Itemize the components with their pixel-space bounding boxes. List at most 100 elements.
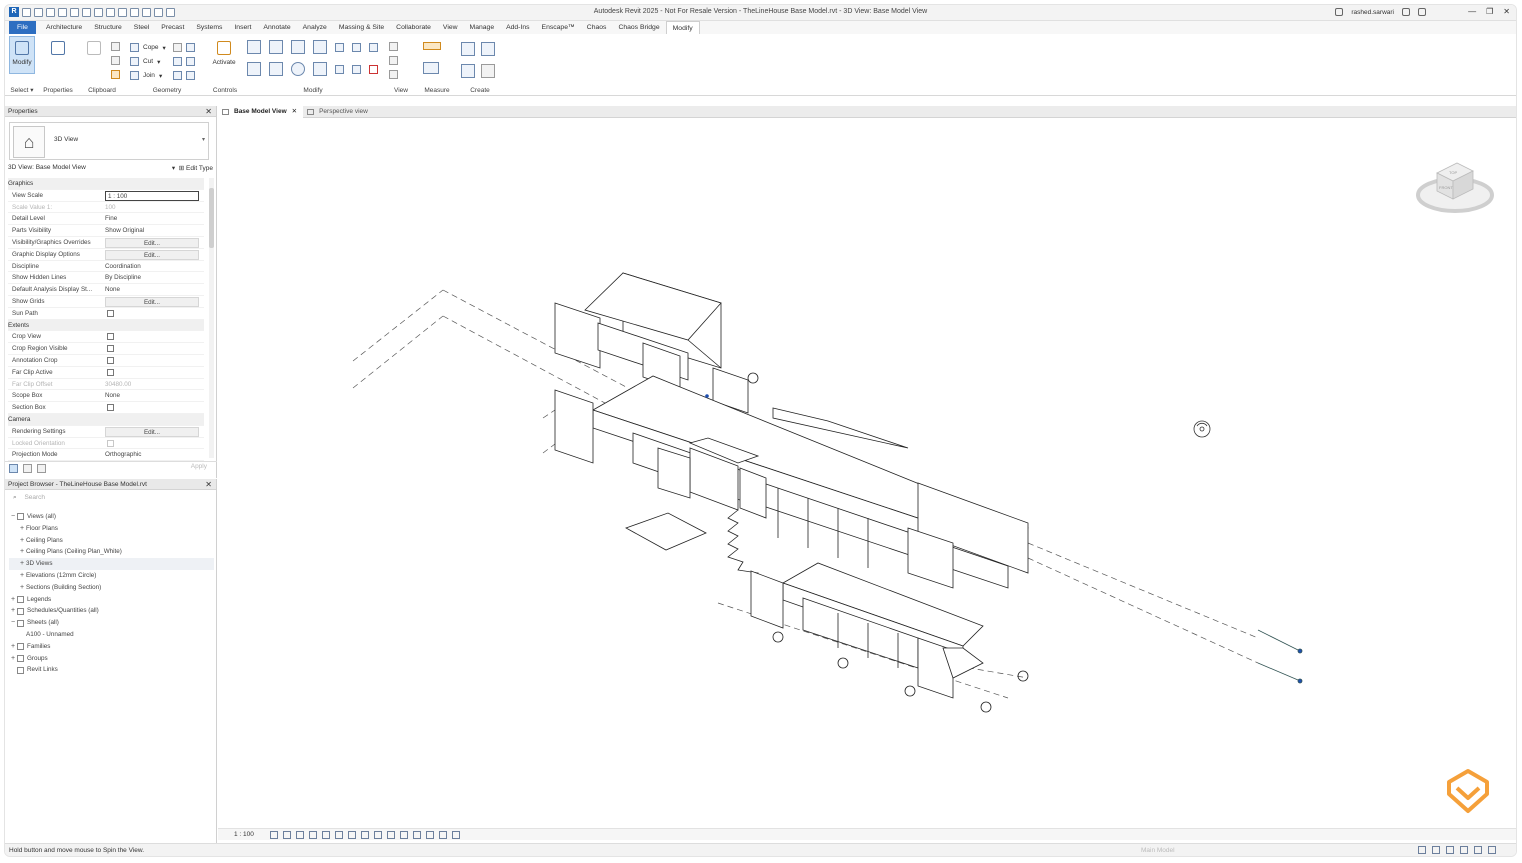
tree-item[interactable]: − Views (all)	[9, 511, 214, 523]
modify-button[interactable]: Modify	[9, 36, 35, 74]
property-value[interactable]: None	[105, 284, 204, 295]
edit-button[interactable]: Edit...	[105, 296, 199, 307]
sort-categorized-icon[interactable]	[9, 464, 18, 473]
tab-modify[interactable]: Modify	[665, 21, 700, 34]
constraints-icon[interactable]	[439, 831, 447, 839]
restore-button[interactable]: ❐	[1486, 7, 1493, 16]
apply-button[interactable]: Apply	[191, 463, 207, 470]
offset-icon[interactable]	[269, 40, 283, 54]
create-assembly-icon[interactable]	[461, 42, 475, 56]
close-icon[interactable]: ✕	[292, 108, 297, 115]
paste-button[interactable]	[81, 36, 107, 74]
select-pinned-icon[interactable]	[1446, 846, 1454, 854]
paint-icon[interactable]	[186, 43, 195, 52]
detail-level-icon[interactable]	[270, 831, 278, 839]
create-similar-icon[interactable]	[481, 64, 495, 78]
drawing-canvas[interactable]	[218, 118, 1516, 830]
checkbox[interactable]	[107, 404, 114, 412]
tab-file[interactable]: File	[9, 21, 36, 34]
hide-element-icon[interactable]	[389, 42, 398, 51]
view-tab[interactable]: Base Model View ✕	[218, 106, 304, 118]
cart-icon[interactable]	[1402, 8, 1410, 16]
expand-icon[interactable]: +	[18, 570, 26, 582]
property-value[interactable]: Orthographic	[105, 449, 204, 460]
array-icon[interactable]	[335, 64, 344, 74]
view-cube[interactable]: TOP FRONT	[1415, 151, 1495, 223]
mirror-draw-icon[interactable]	[313, 40, 327, 54]
copy-icon[interactable]	[269, 62, 283, 76]
reveal-hidden-icon[interactable]	[387, 831, 395, 839]
move-icon[interactable]	[247, 62, 261, 76]
tab-chaos-bridge[interactable]: Chaos Bridge	[612, 21, 665, 34]
split-icon[interactable]	[335, 42, 344, 52]
sort-az-icon[interactable]	[23, 464, 32, 473]
expand-icon[interactable]: +	[9, 641, 17, 653]
profile-icon[interactable]	[173, 71, 182, 80]
tab-steel[interactable]: Steel	[128, 21, 156, 34]
mirror-axis-icon[interactable]	[291, 40, 305, 54]
collapse-icon[interactable]: −	[9, 617, 17, 629]
checkbox[interactable]	[107, 333, 114, 341]
expand-icon[interactable]: +	[18, 523, 26, 535]
help-icon[interactable]	[1418, 8, 1426, 16]
copy-clip-icon[interactable]	[111, 56, 120, 65]
rotate-icon[interactable]	[291, 62, 305, 76]
shadows-icon[interactable]	[309, 831, 317, 839]
measure-between-icon[interactable]	[423, 42, 441, 50]
pin-icon[interactable]	[369, 42, 378, 52]
expand-icon[interactable]: +	[18, 558, 26, 570]
checkbox[interactable]	[107, 309, 114, 317]
expand-icon[interactable]: +	[9, 605, 17, 617]
match-type-icon[interactable]	[111, 70, 120, 79]
tree-item[interactable]: + Sections (Building Section)	[9, 582, 214, 594]
crop-icon[interactable]	[335, 831, 343, 839]
temp-hide-icon[interactable]	[374, 831, 382, 839]
user-name[interactable]: rashed.sarwari	[1351, 9, 1394, 16]
dimension-tool-icon[interactable]	[423, 62, 439, 74]
property-value[interactable]: By Discipline	[105, 272, 204, 283]
tree-item[interactable]: + Ceiling Plans (Ceiling Plan_White)	[9, 546, 214, 558]
linework-icon[interactable]	[389, 70, 398, 79]
tree-item[interactable]: + Ceiling Plans	[9, 535, 214, 547]
property-value[interactable]: Coordination	[105, 261, 204, 272]
tab-collaborate[interactable]: Collaborate	[390, 21, 437, 34]
worksharing-icon[interactable]	[400, 831, 408, 839]
tab-add-ins[interactable]: Add-Ins	[500, 21, 535, 34]
tree-item[interactable]: + Elevations (12mm Circle)	[9, 570, 214, 582]
tab-annotate[interactable]: Annotate	[257, 21, 296, 34]
scroll-thumb[interactable]	[209, 188, 214, 248]
preview-icon[interactable]	[452, 831, 460, 839]
close-icon[interactable]: ✕	[205, 479, 212, 490]
checkbox[interactable]	[107, 345, 114, 353]
crop-region-icon[interactable]	[348, 831, 356, 839]
highlight-icon[interactable]	[426, 831, 434, 839]
sun-path-icon[interactable]	[296, 831, 304, 839]
checkbox[interactable]	[107, 356, 114, 364]
demolish-icon[interactable]	[186, 57, 195, 66]
scale-icon[interactable]	[352, 64, 361, 74]
properties-scrollbar[interactable]	[209, 178, 214, 458]
tree-item[interactable]: Revit Links	[9, 664, 214, 676]
hammer-icon[interactable]	[186, 71, 195, 80]
view-scale-input[interactable]: 1 : 100	[105, 190, 199, 201]
split-face-icon[interactable]	[173, 43, 182, 52]
tab-systems[interactable]: Systems	[190, 21, 228, 34]
instance-selector[interactable]: 3D View: Base Model View ▾ ⊞ Edit Type	[8, 164, 213, 174]
render-icon[interactable]	[322, 831, 330, 839]
search-input[interactable]: Search	[24, 494, 45, 501]
view-tab[interactable]: Perspective view	[303, 106, 374, 118]
property-category[interactable]: Camera	[8, 413, 204, 426]
edit-button[interactable]: Edit...	[105, 237, 199, 248]
tab-insert[interactable]: Insert	[228, 21, 257, 34]
tab-analyze[interactable]: Analyze	[297, 21, 333, 34]
edit-type-button[interactable]: ▾ ⊞ Edit Type	[172, 164, 213, 172]
filter-icon[interactable]	[1488, 846, 1496, 854]
select-links-icon[interactable]	[1418, 846, 1426, 854]
chevron-down-icon[interactable]: ▾	[202, 136, 205, 143]
cut-clip-icon[interactable]	[111, 42, 120, 51]
viewcube-top-label[interactable]: TOP	[1449, 170, 1457, 175]
cut-button[interactable]: Cut ▾	[130, 57, 160, 66]
delete-icon[interactable]	[369, 64, 378, 74]
viewcube-front-label[interactable]: FRONT	[1439, 185, 1453, 190]
active-model[interactable]: Main Model	[1141, 847, 1175, 854]
